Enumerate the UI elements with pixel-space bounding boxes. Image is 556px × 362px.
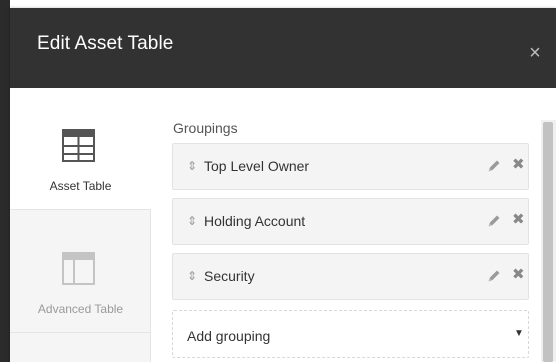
remove-icon[interactable]: ✖ [512, 211, 525, 229]
pencil-icon[interactable] [486, 268, 502, 284]
background-edge [0, 0, 10, 362]
pencil-icon[interactable] [486, 213, 502, 229]
grouping-name: Holding Account [204, 213, 306, 229]
sidebar-item-advanced-table[interactable]: Advanced Table [10, 211, 151, 333]
groupings-label: Groupings [173, 120, 238, 136]
advanced-table-icon [62, 252, 95, 285]
scrollbar[interactable] [541, 120, 556, 362]
grouping-name: Security [204, 268, 255, 284]
grouping-row-top-level-owner[interactable]: ⇕ Top Level Owner ✖ [172, 143, 529, 190]
chevron-down-icon: ▼ [514, 328, 524, 339]
modal-header: Edit Asset Table × [10, 8, 556, 88]
groupings-panel: Groupings ⇕ Top Level Owner ✖ ⇕ Holding … [151, 88, 556, 362]
drag-handle-icon[interactable]: ⇕ [187, 213, 197, 229]
close-button[interactable]: × [524, 42, 546, 64]
sidebar-item-label: Asset Table [49, 179, 112, 193]
add-grouping-select[interactable]: Add grouping ▼ [172, 310, 529, 358]
edit-asset-table-modal: Edit Asset Table × Asset Table Advanced … [10, 8, 556, 362]
modal-title: Edit Asset Table [37, 33, 174, 54]
drag-handle-icon[interactable]: ⇕ [187, 268, 197, 284]
grouping-row-holding-account[interactable]: ⇕ Holding Account ✖ [172, 198, 529, 245]
asset-table-icon [62, 129, 95, 162]
pencil-icon[interactable] [486, 158, 502, 174]
grouping-row-security[interactable]: ⇕ Security ✖ [172, 253, 529, 300]
table-type-sidebar: Asset Table Advanced Table [10, 88, 151, 362]
sidebar-item-label: Advanced Table [37, 302, 124, 316]
remove-icon[interactable]: ✖ [512, 156, 525, 174]
scrollbar-thumb[interactable] [543, 122, 553, 362]
add-grouping-label: Add grouping [187, 328, 271, 344]
drag-handle-icon[interactable]: ⇕ [187, 158, 197, 174]
grouping-name: Top Level Owner [204, 158, 310, 174]
remove-icon[interactable]: ✖ [512, 266, 525, 284]
sidebar-item-asset-table[interactable]: Asset Table [10, 88, 151, 210]
